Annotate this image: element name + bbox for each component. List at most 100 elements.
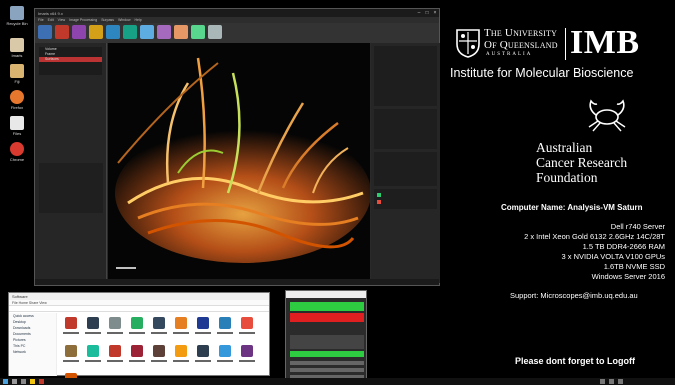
desktop-icon-fiji[interactable]: Fiji bbox=[2, 64, 32, 84]
file-item[interactable] bbox=[173, 345, 189, 369]
channel-list bbox=[374, 189, 437, 209]
monitor-button[interactable] bbox=[290, 361, 364, 365]
file-item[interactable] bbox=[129, 317, 145, 341]
monitor-button[interactable] bbox=[290, 368, 364, 372]
file-item[interactable] bbox=[151, 345, 167, 369]
vantage-icon[interactable] bbox=[157, 25, 171, 39]
uq-country: AUSTRALIA bbox=[486, 52, 533, 57]
file-item[interactable] bbox=[85, 317, 101, 341]
nav-item[interactable]: Network bbox=[9, 349, 56, 355]
file-item[interactable] bbox=[85, 345, 101, 369]
desktop-icon-chrome[interactable]: Chrome bbox=[2, 142, 32, 162]
file-item[interactable] bbox=[239, 345, 255, 369]
file-item[interactable] bbox=[107, 345, 123, 369]
menu-surpass[interactable]: Surpass bbox=[101, 17, 114, 23]
spec-line: Windows Server 2016 bbox=[591, 272, 665, 281]
desktop-icon-files[interactable]: Files bbox=[2, 116, 32, 136]
menu-window[interactable]: Window bbox=[118, 17, 130, 23]
3d-viewer[interactable] bbox=[108, 43, 370, 279]
recycle-bin-icon bbox=[10, 6, 24, 20]
spec-line: 1.6TB NVME SSD bbox=[603, 262, 665, 271]
channel-red-swatch[interactable] bbox=[377, 200, 381, 204]
search-icon[interactable] bbox=[12, 379, 17, 384]
desktop-icon-imaris[interactable]: Imaris bbox=[2, 38, 32, 58]
file-item[interactable] bbox=[217, 317, 233, 341]
file-item[interactable] bbox=[217, 345, 233, 369]
easy-3d-icon[interactable] bbox=[123, 25, 137, 39]
file-item[interactable] bbox=[239, 317, 255, 341]
menu-help[interactable]: Help bbox=[135, 17, 142, 23]
imaris-taskbar-icon[interactable] bbox=[39, 379, 44, 384]
coloc-icon[interactable] bbox=[140, 25, 154, 39]
uq-line1: The University bbox=[484, 27, 558, 39]
uq-crest-icon bbox=[456, 29, 480, 58]
computer-name: Computer Name: Analysis-VM Saturn bbox=[501, 203, 643, 212]
acrf-line3: Foundation bbox=[536, 170, 598, 185]
institute-name: Institute for Molecular Bioscience bbox=[450, 66, 634, 80]
imb-logo-text: IMB bbox=[570, 24, 640, 61]
task-view-icon[interactable] bbox=[21, 379, 26, 384]
logo-divider bbox=[565, 28, 566, 60]
batch-icon[interactable] bbox=[208, 25, 222, 39]
track-icon[interactable] bbox=[191, 25, 205, 39]
address-bar[interactable] bbox=[9, 306, 269, 312]
menu-image-processing[interactable]: Image Processing bbox=[69, 17, 97, 23]
browser-icon bbox=[10, 142, 24, 156]
properties-panel bbox=[39, 163, 103, 213]
imaris-right-panel bbox=[371, 43, 440, 283]
navigation-pane: Quick access Desktop Downloads Documents… bbox=[9, 313, 57, 376]
color-settings bbox=[374, 152, 437, 186]
uq-title: The University Of Queensland bbox=[484, 27, 558, 51]
usage-graph bbox=[290, 335, 364, 349]
explorer-title: Software bbox=[12, 294, 28, 299]
start-icon[interactable] bbox=[3, 379, 8, 384]
maximize-icon[interactable]: □ bbox=[423, 9, 431, 17]
crab-logo-icon bbox=[588, 99, 626, 132]
usage-bar-green bbox=[290, 302, 364, 311]
file-item[interactable] bbox=[195, 345, 211, 369]
channel-settings bbox=[374, 109, 437, 149]
tree-item-surfaces[interactable]: Surfaces bbox=[39, 57, 102, 62]
minimize-icon[interactable]: – bbox=[415, 9, 423, 17]
channel-green-swatch[interactable] bbox=[377, 193, 381, 197]
app-icon bbox=[10, 38, 24, 52]
file-item[interactable] bbox=[151, 317, 167, 341]
menu-edit[interactable]: Edit bbox=[48, 17, 54, 23]
arena-icon[interactable] bbox=[38, 25, 52, 39]
file-item[interactable] bbox=[107, 317, 123, 341]
spec-line: Dell r740 Server bbox=[610, 222, 665, 231]
imaris-title: Imaris x64 9.x bbox=[38, 10, 63, 16]
spec-line: 3 x NVIDIA VOLTA V100 GPUs bbox=[561, 252, 665, 261]
gallery-icon[interactable] bbox=[106, 25, 120, 39]
network-icon[interactable] bbox=[609, 379, 614, 384]
taskbar bbox=[0, 378, 675, 385]
desktop-icon-firefox[interactable]: Firefox bbox=[2, 90, 32, 110]
volume-icon[interactable] bbox=[618, 379, 623, 384]
filament-icon[interactable] bbox=[174, 25, 188, 39]
file-item[interactable] bbox=[129, 345, 145, 369]
rendered-volume bbox=[115, 57, 370, 269]
imaris-toolbar bbox=[35, 23, 439, 43]
spec-line: 1.5 TB DDR4-2666 RAM bbox=[582, 242, 665, 251]
file-item[interactable] bbox=[63, 345, 79, 369]
usage-bar-secondary bbox=[290, 351, 364, 357]
surpass-icon[interactable] bbox=[55, 25, 69, 39]
explorer-taskbar-icon[interactable] bbox=[30, 379, 35, 384]
tray-icon[interactable] bbox=[600, 379, 605, 384]
file-grid bbox=[61, 315, 269, 385]
file-icon bbox=[10, 116, 24, 130]
support-contact: Support: Microscopes@imb.uq.edu.au bbox=[510, 291, 638, 300]
usage-bar-red bbox=[290, 313, 364, 322]
section-icon[interactable] bbox=[89, 25, 103, 39]
slice-icon[interactable] bbox=[72, 25, 86, 39]
acrf-line1: Australian bbox=[536, 140, 593, 155]
menu-view[interactable]: View bbox=[58, 17, 66, 23]
imaris-window: Imaris x64 9.x – □ × File Edit View Imag… bbox=[34, 8, 440, 286]
spec-line: 2 x Intel Xeon Gold 6132 2.6GHz 14C/28T bbox=[524, 232, 665, 241]
file-item[interactable] bbox=[173, 317, 189, 341]
file-item[interactable] bbox=[63, 317, 79, 341]
menu-file[interactable]: File bbox=[38, 17, 44, 23]
desktop-icon-recycle-bin[interactable]: Recycle Bin bbox=[2, 6, 32, 26]
file-item[interactable] bbox=[195, 317, 211, 341]
close-icon[interactable]: × bbox=[431, 9, 439, 17]
